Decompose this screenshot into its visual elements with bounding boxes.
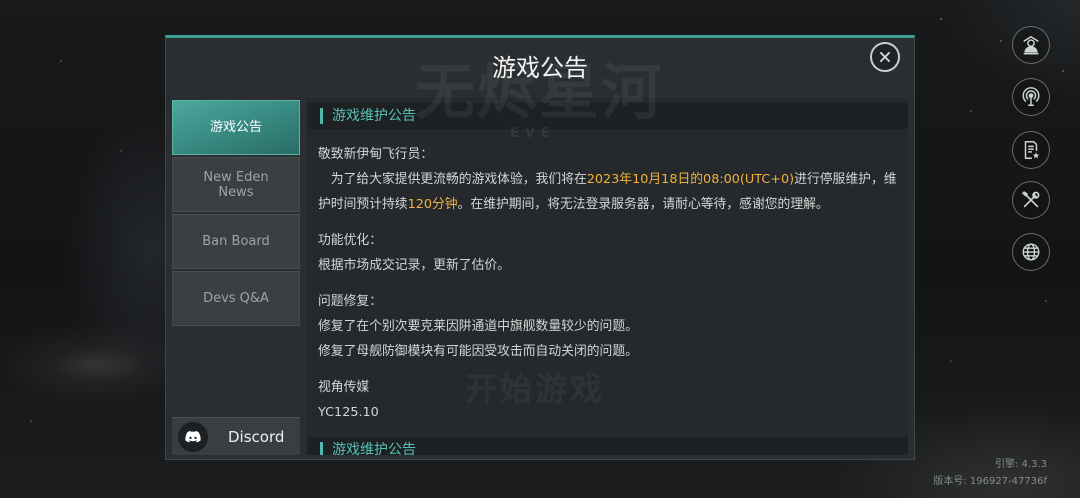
tab-devs-qa[interactable]: Devs Q&A (172, 271, 300, 326)
pilot-profile-button[interactable] (1012, 26, 1050, 64)
intro-text: 。在维护期间，将无法登录服务器，请耐心等待，感谢您的理解。 (457, 197, 829, 212)
tab-label: Devs Q&A (203, 291, 269, 306)
game-screen: 游戏公告 游戏公告 New Eden News Ban Board Devs Q… (0, 0, 1080, 498)
intro-text: 为了给大家提供更流畅的游戏体验，我们将在 (330, 172, 587, 187)
dialog-title: 游戏公告 (492, 54, 588, 82)
section-heading: 功能优化： (318, 233, 382, 248)
build-version-label: 版本号: 196927-47736f (933, 476, 1047, 487)
announcement-header: 游戏维护公告 (307, 103, 908, 129)
greeting-text: 敬致新伊甸飞行员： (318, 147, 434, 162)
next-announcement-header: 游戏维护公告 (307, 437, 908, 455)
maintenance-time-highlight: 2023年10月18日的08:00(UTC+0) (586, 172, 795, 187)
broadcast-icon (1022, 87, 1040, 106)
close-icon (880, 52, 890, 62)
announcement-dialog: 游戏公告 游戏公告 New Eden News Ban Board Devs Q… (165, 35, 915, 460)
bug-fix-section: 问题修复： 修复了在个别次要克莱因阱通道中旗舰数量较少的问题。 修复了母舰防御模… (318, 289, 902, 364)
pilot-profile-icon (1023, 36, 1039, 55)
greeting-block: 敬致新伊甸飞行员： 为了给大家提供更流畅的游戏体验，我们将在2023年10月18… (318, 142, 902, 217)
section-heading: 问题修复： (318, 294, 382, 309)
signature-text: 视角传媒 (318, 380, 370, 395)
background-stars (0, 0, 2, 2)
settings-tools-button[interactable] (1012, 181, 1050, 219)
discord-icon (185, 431, 201, 443)
discord-button[interactable]: Discord (172, 417, 300, 455)
tab-ban-board[interactable]: Ban Board (172, 214, 300, 269)
announcement-tabs: 游戏公告 New Eden News Ban Board Devs Q&A (172, 98, 300, 415)
discord-label: Discord (228, 428, 285, 446)
tools-icon (1022, 191, 1040, 208)
tab-new-eden-news[interactable]: New Eden News (172, 157, 300, 212)
notes-button[interactable] (1012, 131, 1050, 169)
close-button[interactable] (870, 42, 900, 72)
tab-label: New Eden News (203, 169, 269, 200)
maintenance-duration-highlight: 120分钟 (407, 197, 458, 212)
announcement-scroll-area[interactable]: 游戏维护公告 敬致新伊甸飞行员： 为了给大家提供更流畅的游戏体验，我们将在202… (307, 98, 908, 455)
notes-star-icon (1024, 141, 1040, 159)
language-button[interactable] (1012, 233, 1050, 271)
announcement-date: YC125.10 (318, 405, 379, 420)
discord-badge (178, 422, 208, 452)
background-ship (28, 330, 163, 400)
tab-label: 游戏公告 (209, 120, 262, 135)
section-item: 修复了母舰防御模块有可能因受攻击而自动关闭的问题。 (318, 344, 638, 359)
broadcast-button[interactable] (1012, 78, 1050, 116)
next-announcement-title: 游戏维护公告 (332, 442, 416, 455)
section-item: 根据市场成交记录，更新了估价。 (318, 258, 510, 273)
engine-version-label: 引擎: 4.3.3 (995, 459, 1047, 470)
header-accent-bar (320, 442, 323, 455)
announcement-header-title: 游戏维护公告 (332, 108, 416, 124)
tab-game-announcement[interactable]: 游戏公告 (172, 100, 300, 155)
tab-label: Ban Board (202, 234, 270, 249)
signature-block: 视角传媒 YC125.10 (318, 375, 902, 425)
announcement-body: 敬致新伊甸飞行员： 为了给大家提供更流畅的游戏体验，我们将在2023年10月18… (307, 129, 908, 425)
header-accent-bar (320, 108, 323, 124)
globe-icon (1022, 243, 1040, 261)
intro-paragraph: 为了给大家提供更流畅的游戏体验，我们将在2023年10月18日的08:00(UT… (318, 167, 902, 217)
section-item: 修复了在个别次要克莱因阱通道中旗舰数量较少的问题。 (318, 319, 638, 334)
feature-optimization-section: 功能优化： 根据市场成交记录，更新了估价。 (318, 228, 902, 278)
